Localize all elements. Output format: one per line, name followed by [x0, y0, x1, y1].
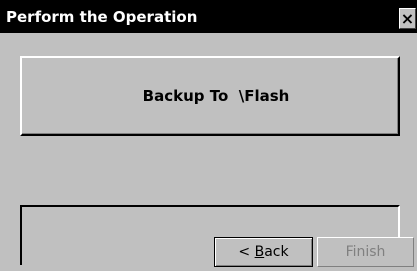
- finish-button-label: Finish: [345, 244, 386, 260]
- backup-action-button[interactable]: Backup To \Flash: [20, 56, 400, 136]
- back-button-rest: ack: [264, 244, 289, 260]
- close-button[interactable]: ×: [399, 8, 416, 29]
- back-button[interactable]: < Back: [214, 237, 313, 267]
- backup-action-label: Backup To \Flash: [142, 87, 290, 105]
- title-bar: Perform the Operation: [0, 0, 417, 33]
- back-button-mnemonic: B: [254, 244, 265, 260]
- close-icon: ×: [400, 9, 415, 28]
- back-button-prefix: <: [238, 244, 255, 260]
- window-title: Perform the Operation: [6, 8, 198, 26]
- finish-button[interactable]: Finish: [317, 237, 414, 267]
